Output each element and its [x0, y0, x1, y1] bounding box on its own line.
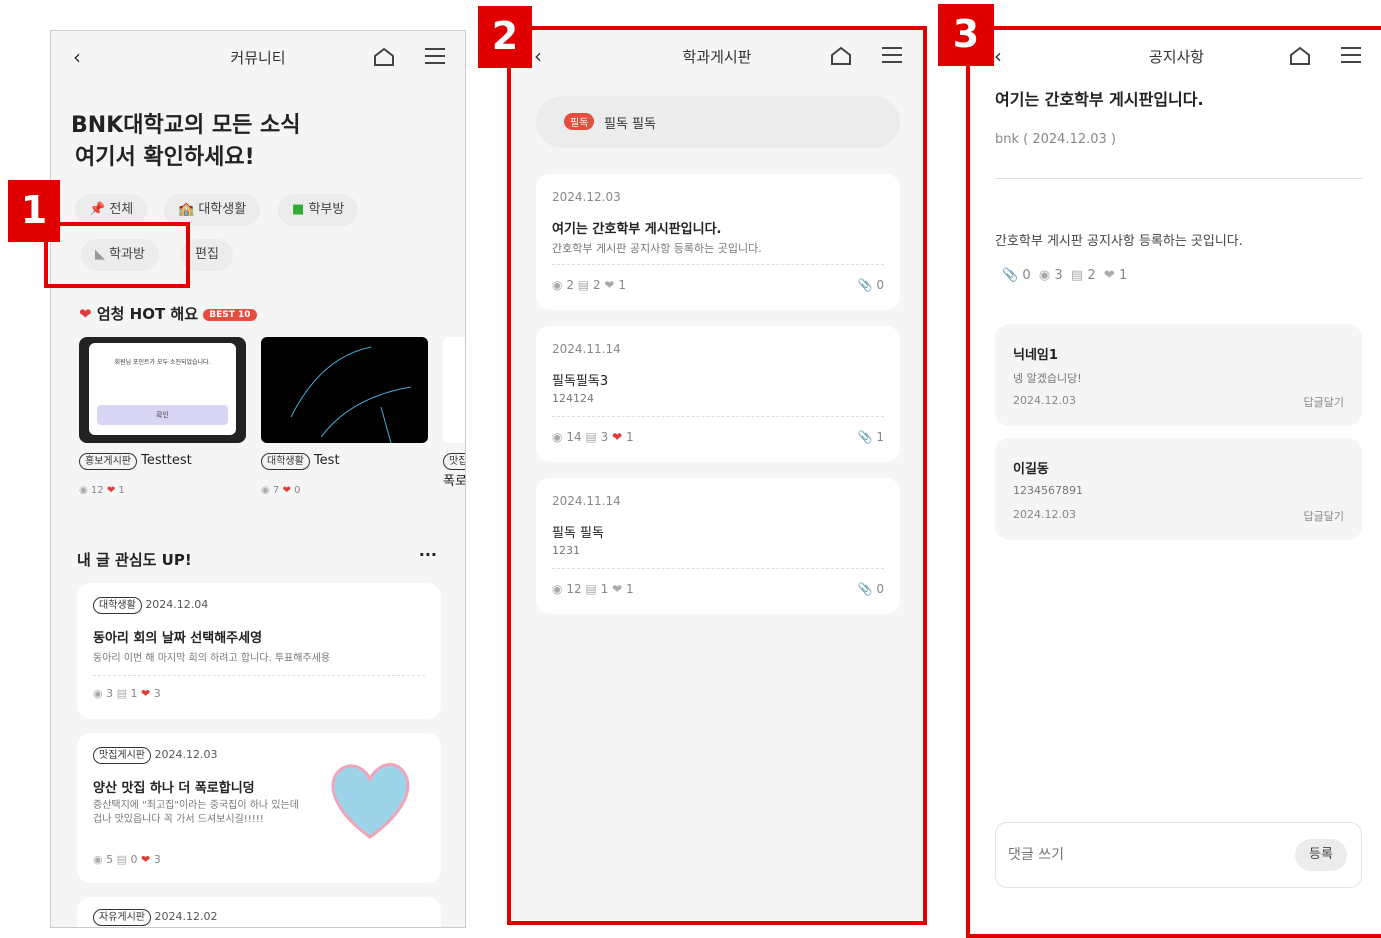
category-tag: 대학생활 [261, 453, 310, 470]
hot-section-title: ❤ 엄청 HOT 해요 BEST 10 [79, 303, 257, 324]
heart-image [331, 763, 410, 839]
community-screen: ‹ 커뮤니티 BNK대학교의 모든 소식 여기서 확인하세요! 📌 전체 🏫 대… [50, 30, 466, 928]
post-meta: 대학생활 2024.12.04 [93, 597, 208, 614]
chip-label: 학부방 [308, 202, 345, 217]
hot-card-caption[interactable]: 홍보게시판 Testtest [79, 453, 192, 470]
category-tag: 홍보게시판 [79, 453, 137, 470]
step-label-3: 3 [938, 4, 994, 66]
hot-card-title: Testtest [141, 453, 192, 468]
hot-card-thumbnail[interactable] [261, 337, 428, 443]
post-title: 동아리 회의 날짜 선택해주세영 [93, 631, 263, 646]
like-count: 0 [294, 485, 301, 496]
step-label-1: 1 [8, 180, 60, 242]
highlight-box-1 [44, 222, 190, 288]
post-title: 양산 맛집 하나 더 폭로합니덩 [93, 781, 255, 796]
header: ‹ 커뮤니티 [51, 31, 465, 83]
post-body: 동아리 이번 해 마지막 회의 하려고 합니다. 투표해주세용 [93, 653, 331, 664]
heart-icon: ❤ [141, 687, 151, 700]
comment-icon: ▤ [116, 853, 128, 866]
heart-icon: ❤ [141, 853, 151, 866]
category-tag: 맛집게시판 [93, 747, 151, 764]
my-posts-title: 내 글 관심도 UP! [77, 551, 192, 569]
hot-card-thumbnail[interactable]: 회원님 포인트가 모두 소진되었습니다. 확인 [79, 337, 246, 443]
heart-icon: ❤ [79, 305, 92, 323]
eye-icon: ◉ [79, 485, 88, 496]
view-count: 7 [272, 485, 280, 496]
eye-icon: ◉ [93, 853, 103, 866]
more-icon[interactable]: ··· [419, 545, 437, 564]
headline-line1: BNK대학교의 모든 소식 [71, 113, 301, 138]
post-date: 2024.12.04 [145, 598, 209, 611]
chip-label: 전체 [109, 202, 134, 217]
thumb-text: 회원님 포인트가 모두 소진되었습니다. [114, 359, 211, 366]
home-icon[interactable] [373, 47, 395, 67]
highlight-box-2 [507, 26, 927, 925]
comment-count: 0 [130, 853, 138, 866]
view-count: 3 [106, 687, 114, 700]
hot-card-stats: ◉ 12 ❤ 1 [79, 485, 125, 496]
eye-icon: ◉ [261, 485, 270, 496]
post-date: 2024.12.02 [154, 910, 218, 923]
best-badge: BEST 10 [203, 308, 257, 321]
view-count: 5 [106, 853, 114, 866]
list-item[interactable]: 맛집게시판 2024.12.03 양산 맛집 하나 더 폭로합니덩 증산택지에 … [77, 733, 441, 883]
list-item[interactable]: 자유게시판 2024.12.02 [77, 897, 441, 927]
hot-card-title: 폭로 [443, 474, 466, 489]
like-count: 3 [153, 687, 161, 700]
post-meta: 자유게시판 2024.12.02 [93, 909, 217, 926]
hot-card-title: Test [313, 453, 340, 468]
highlight-box-3 [966, 26, 1381, 938]
like-count: 3 [153, 853, 161, 866]
category-tag: 대학생활 [93, 597, 142, 614]
headline-line2: 여기서 확인하세요! [75, 145, 255, 170]
hot-title-text: 엄청 HOT 해요 [96, 305, 198, 323]
eye-icon: ◉ [93, 687, 103, 700]
chip-label: 편집 [195, 247, 219, 262]
thumb-button: 확인 [97, 405, 228, 425]
view-count: 12 [90, 485, 104, 496]
hot-card-thumbnail[interactable] [443, 337, 465, 443]
post-meta: 맛집게시판 2024.12.03 [93, 747, 217, 764]
divider [93, 675, 425, 676]
heart-icon: ❤ [282, 485, 291, 496]
comment-icon: ▤ [116, 687, 128, 700]
post-stats: ◉ 5 ▤ 0 ❤ 3 [93, 853, 161, 866]
like-count: 1 [118, 485, 125, 496]
step-label-2: 2 [478, 6, 532, 68]
post-stats: ◉ 3 ▤ 1 ❤ 3 [93, 687, 161, 700]
chip-label: 대학생활 [198, 202, 247, 217]
comment-count: 1 [130, 687, 138, 700]
post-body: 증산택지에 "최고집"이라는 중국집이 하나 있는데겁나 맛있읍니다 꼭 가서 … [93, 800, 299, 825]
list-item[interactable]: 대학생활 2024.12.04 동아리 회의 날짜 선택해주세영 동아리 이번 … [77, 583, 441, 719]
hot-card-stats: ◉ 7 ❤ 0 [261, 485, 300, 496]
chip-faculty[interactable]: ■ 학부방 [278, 194, 359, 226]
page-title: 커뮤니티 [230, 49, 286, 67]
category-tag: 맛집 [443, 453, 465, 470]
hot-card-caption[interactable]: 맛집폭로 [443, 453, 466, 489]
heart-icon: ❤ [106, 485, 116, 496]
post-date: 2024.12.03 [154, 748, 218, 761]
category-tag: 자유게시판 [93, 909, 151, 926]
hot-card-caption[interactable]: 대학생활 Test [261, 453, 340, 470]
menu-icon[interactable] [425, 48, 445, 64]
